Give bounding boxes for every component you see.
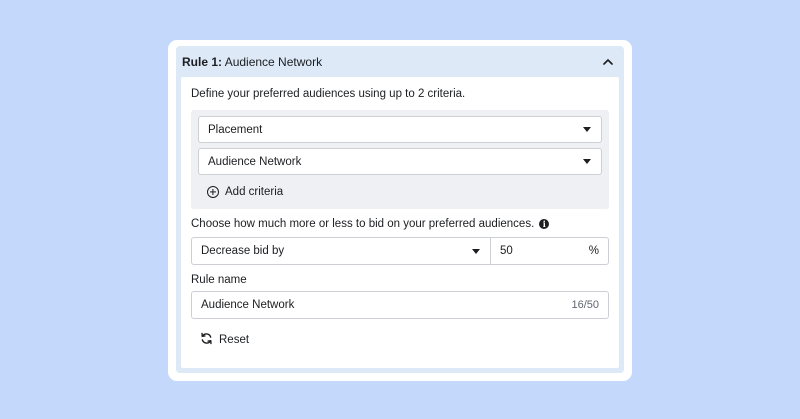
criteria-box: Placement Audience Network Add criteria [191,110,609,209]
reset-button[interactable]: Reset [200,332,249,348]
chevron-up-icon[interactable] [602,56,614,68]
bid-unit: % [588,245,599,257]
rule-body: Define your preferred audiences using up… [181,77,619,368]
bid-value-input[interactable]: 50 % [490,237,609,265]
bid-row: Decrease bid by 50 % [191,237,609,265]
rule-name-label: Rule name [191,274,247,286]
rule-title-prefix: Rule 1: [182,54,223,69]
rule-name-counter: 16/50 [571,299,599,311]
rule-title: Rule 1: Audience Network [182,55,322,69]
bid-instruction-text: Choose how much more or less to bid on y… [191,218,535,230]
rule-card: Rule 1: Audience Network Define your pre… [168,40,632,381]
bid-type-select[interactable]: Decrease bid by [191,237,490,265]
info-icon[interactable]: i [539,219,550,229]
rule-name-value: Audience Network [201,299,295,311]
rule-name-input[interactable]: Audience Network 16/50 [191,291,609,319]
bid-type-value: Decrease bid by [201,245,285,257]
rule-header[interactable]: Rule 1: Audience Network [176,46,624,77]
criteria-select-value: Placement [208,123,263,136]
reset-label: Reset [219,334,250,346]
refresh-icon [200,332,213,348]
rule-title-name: Audience Network [224,54,323,69]
bid-value: 50 [500,245,513,257]
add-criteria-label: Add criteria [225,186,284,198]
bid-instruction: Choose how much more or less to bid on y… [191,218,609,230]
rule-panel: Rule 1: Audience Network Define your pre… [176,46,624,373]
plus-circle-icon [207,186,219,198]
caret-down-icon [472,248,480,254]
criteria-select-value: Audience Network [208,155,302,168]
add-criteria-button[interactable]: Add criteria [207,186,283,198]
rule-description: Define your preferred audiences using up… [191,88,466,100]
caret-down-icon [583,159,591,164]
criteria-select-audience-network[interactable]: Audience Network [198,148,602,175]
criteria-select-placement[interactable]: Placement [198,116,602,143]
caret-down-icon [583,127,591,132]
